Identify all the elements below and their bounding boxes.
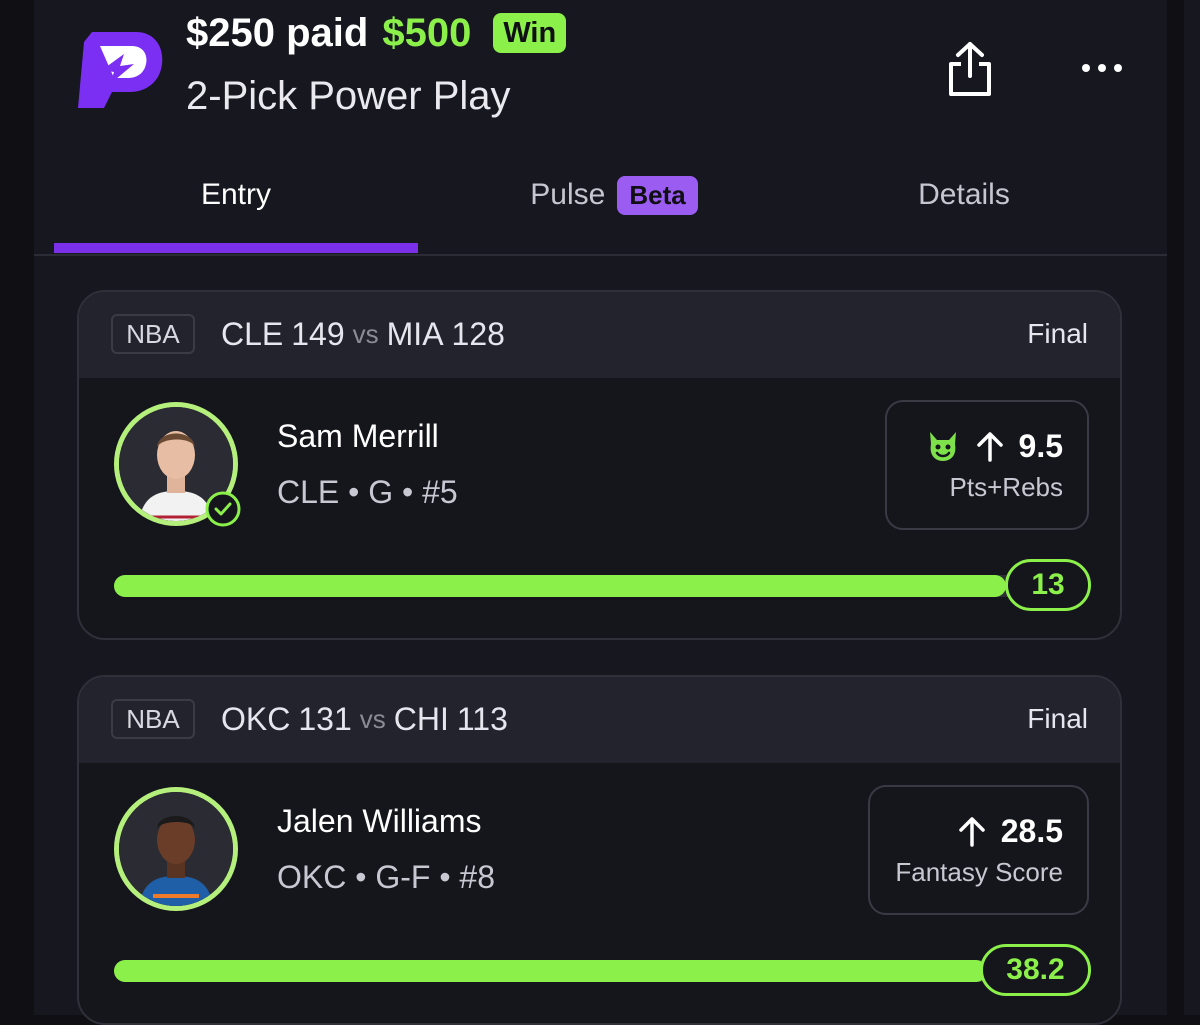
player-photo	[119, 792, 233, 906]
game-status: Final	[1027, 318, 1088, 349]
away-team: MIA	[386, 315, 444, 352]
pick-card[interactable]: NBA CLE 149 vs MIA 128 Final Sam Merrill…	[77, 290, 1122, 640]
more-options-icon[interactable]	[1078, 58, 1126, 78]
player-name: Jalen Williams	[277, 803, 482, 839]
pick-line-value: 28.5	[1000, 812, 1063, 849]
home-score: 149	[291, 315, 345, 352]
progress-fill	[114, 575, 1007, 597]
prizepicks-logo	[78, 32, 163, 108]
pick-line: 9.5	[925, 426, 1063, 466]
player-name: Sam Merrill	[277, 418, 439, 454]
progress-bar	[114, 960, 1084, 982]
home-team: CLE	[221, 315, 284, 352]
player-meta: OKC • G-F • #8	[277, 859, 495, 895]
player-avatar	[114, 402, 241, 527]
away-team: CHI	[393, 700, 449, 737]
away-score: 113	[456, 700, 508, 737]
result-value: 13	[1005, 559, 1091, 611]
share-icon[interactable]	[946, 40, 994, 98]
home-team: OKC	[221, 700, 291, 737]
pick-line-box: 9.5 Pts+Rebs	[885, 400, 1089, 530]
home-score: 131	[298, 700, 352, 737]
pick-card[interactable]: NBA OKC 131 vs CHI 113 Final Jalen Willi…	[77, 675, 1122, 1025]
league-badge: NBA	[111, 699, 195, 739]
tab-entry[interactable]: Entry	[54, 160, 418, 230]
arrow-up-icon	[976, 432, 1003, 462]
stake-text: $250 paid	[186, 10, 369, 55]
league-badge: NBA	[111, 314, 195, 354]
arrow-up-icon	[958, 817, 985, 847]
adjacent-panel-edge	[1184, 0, 1200, 1015]
tab-details-label: Details	[918, 178, 1010, 211]
tab-details[interactable]: Details	[794, 160, 1134, 230]
tabs-divider	[34, 254, 1167, 256]
tab-pulse[interactable]: Pulse Beta	[454, 160, 774, 230]
progress-bar	[114, 575, 1084, 597]
vs-label: vs	[352, 318, 379, 349]
check-icon	[205, 491, 241, 527]
away-score: 128	[451, 315, 505, 352]
tab-entry-label: Entry	[200, 178, 272, 211]
player-meta: CLE • G • #5	[277, 474, 458, 510]
game-header: NBA CLE 149 vs MIA 128 Final	[79, 292, 1120, 378]
game-header: NBA OKC 131 vs CHI 113 Final	[79, 677, 1120, 763]
pick-line-value: 9.5	[1018, 427, 1063, 464]
pick-line: 28.5	[957, 811, 1063, 851]
active-tab-indicator	[54, 243, 418, 253]
player-avatar	[114, 787, 238, 911]
win-badge: Win	[493, 13, 567, 53]
entry-type: 2-Pick Power Play	[186, 74, 511, 118]
result-value: 38.2	[980, 944, 1091, 996]
pick-line-box: 28.5 Fantasy Score	[868, 785, 1089, 915]
game-score: CLE 149 vs MIA 128	[221, 314, 505, 354]
game-score: OKC 131 vs CHI 113	[221, 699, 508, 739]
beta-badge: Beta	[617, 175, 698, 215]
demon-icon	[929, 432, 956, 461]
game-status: Final	[1027, 703, 1088, 734]
tab-pulse-label: Pulse	[530, 178, 606, 211]
pick-stat-type: Fantasy Score	[895, 857, 1063, 887]
tab-bar: Entry Pulse Beta Details	[34, 160, 1167, 256]
payout-amount: $500	[382, 10, 472, 55]
vs-label: vs	[359, 703, 386, 734]
entry-title: $250 paid $500 Win	[186, 8, 567, 58]
progress-fill	[114, 960, 987, 982]
pick-stat-type: Pts+Rebs	[949, 472, 1063, 502]
